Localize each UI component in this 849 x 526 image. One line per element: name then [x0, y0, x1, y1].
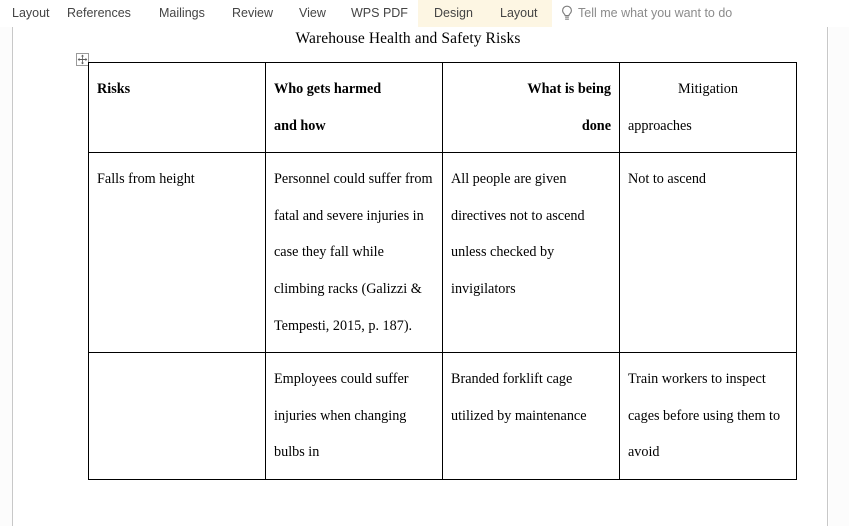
cell-text: Personnel could suffer from fatal and se… — [274, 171, 433, 334]
cell-risk-1[interactable]: Falls from height — [88, 152, 266, 354]
cell-text: All people are given directives not to a… — [451, 171, 585, 297]
header-harmed-line1: Who gets harmed — [274, 81, 382, 97]
tab-layout[interactable]: Layout — [6, 0, 56, 27]
tab-view[interactable]: View — [293, 0, 332, 27]
header-cell-who-gets-harmed[interactable]: Who gets harmed and how — [265, 61, 443, 154]
word-document-window: Layout References Mailings Review View W… — [0, 0, 849, 526]
tab-mailings[interactable]: Mailings — [153, 0, 211, 27]
cell-harmed-2[interactable]: Employees could suffer injuries when cha… — [265, 352, 443, 480]
table-row: Falls from height Personnel could suffer… — [88, 152, 797, 354]
cell-risk-2[interactable] — [88, 352, 266, 480]
page-gutter-left — [0, 27, 12, 526]
cell-mitigation-1[interactable]: Not to ascend — [619, 152, 797, 354]
tab-design[interactable]: Design — [428, 0, 479, 27]
tab-wps-pdf[interactable]: WPS PDF — [345, 0, 414, 27]
header-done-line1: What is being — [527, 81, 611, 97]
cell-text: Employees could suffer injuries when cha… — [274, 371, 409, 461]
tell-me-search-box[interactable]: Tell me what you want to do — [578, 0, 732, 27]
cell-being-done-2[interactable]: Branded forklift cage utilized by mainte… — [442, 352, 620, 480]
header-risks-line1: Risks — [97, 81, 131, 97]
header-cell-risks[interactable]: Risks — [88, 61, 266, 154]
cell-text: Falls from height — [97, 171, 195, 188]
header-cell-mitigation-approaches[interactable]: Mitigation approaches — [619, 61, 797, 154]
tab-table-layout[interactable]: Layout — [494, 0, 544, 27]
cell-text: Train workers to inspect cages before us… — [628, 371, 781, 461]
tab-references[interactable]: References — [61, 0, 137, 27]
header-cell-what-is-being-done[interactable]: What is being done — [442, 61, 620, 154]
header-harmed-line2: and how — [274, 117, 326, 134]
header-risks-line2 — [97, 108, 257, 145]
table-row: Employees could suffer injuries when cha… — [88, 352, 797, 480]
header-done-line2: done — [581, 117, 611, 134]
ribbon-tab-strip: Layout References Mailings Review View W… — [0, 0, 849, 27]
risks-table: Risks Who gets harmed and how What is be… — [88, 61, 797, 480]
tab-review[interactable]: Review — [226, 0, 279, 27]
table-header-row: Risks Who gets harmed and how What is be… — [88, 61, 797, 154]
header-mitigation-line2: approaches — [628, 117, 692, 134]
cell-text: Branded forklift cage utilized by mainte… — [451, 371, 587, 424]
cell-harmed-1[interactable]: Personnel could suffer from fatal and se… — [265, 152, 443, 354]
cell-mitigation-2[interactable]: Train workers to inspect cages before us… — [619, 352, 797, 480]
page-gutter-right — [829, 27, 849, 526]
header-mitigation-line1: Mitigation — [678, 81, 738, 97]
cell-being-done-1[interactable]: All people are given directives not to a… — [442, 152, 620, 354]
document-title: Warehouse Health and Safety Risks — [295, 30, 521, 47]
cell-text: Not to ascend — [628, 171, 707, 188]
lightbulb-icon — [560, 5, 574, 22]
